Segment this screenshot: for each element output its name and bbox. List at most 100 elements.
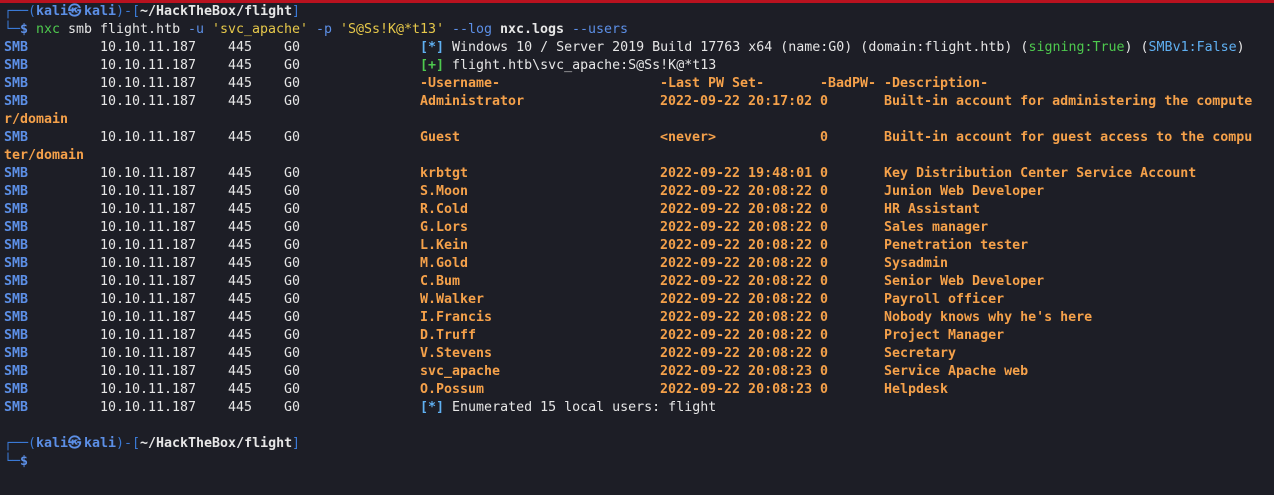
prompt-path: ~/HackTheBox/flight — [140, 4, 293, 19]
user-description-wrap: ter/domain — [4, 148, 85, 163]
user-last-pw: 2022-09-22 20:08:22 — [660, 328, 813, 343]
user-description: Built-in account for administering the c… — [884, 94, 1253, 109]
port: 445 — [228, 292, 253, 307]
user-last-pw: 2022-09-22 20:08:22 — [660, 256, 813, 271]
user-username: O.Possum — [420, 382, 485, 397]
summary-text: [*] Enumerated 15 local users: flight — [420, 400, 717, 415]
user-last-pw: 2022-09-22 20:08:22 — [660, 310, 813, 325]
user-description: Junion Web Developer — [884, 184, 1045, 199]
proto-label: SMB — [4, 238, 29, 253]
ip-address: 10.10.11.187 — [100, 94, 197, 109]
hostname: G0 — [284, 202, 301, 217]
command-flag-p: -p — [316, 22, 333, 37]
prompt-frame-top: ┌──( — [4, 436, 37, 451]
user-last-pw: <never> — [660, 130, 717, 145]
ip-address: 10.10.11.187 — [100, 166, 197, 181]
port: 445 — [228, 346, 253, 361]
proto-label: SMB — [4, 292, 29, 307]
user-description: Key Distribution Center Service Account — [884, 166, 1197, 181]
port: 445 — [228, 256, 253, 271]
ip-address: 10.10.11.187 — [100, 292, 197, 307]
table-row-wrap: ter/domain — [4, 147, 1270, 165]
header-last-pw: -Last PW Set- — [660, 76, 765, 91]
user-description: Secretary — [884, 346, 957, 361]
user-username: Guest — [420, 130, 461, 145]
auth-marker: [+] — [420, 58, 445, 73]
ip-address: 10.10.11.187 — [100, 364, 197, 379]
table-row: SMB 10.10.11.187 445 G0 S.Moon 2022-09-22 20:… — [4, 183, 1270, 201]
user-last-pw: 2022-09-22 20:08:22 — [660, 220, 813, 235]
user-description: Project Manager — [884, 328, 1005, 343]
prompt-host: kali — [84, 436, 117, 451]
user-badpw: 0 — [820, 166, 829, 181]
user-username: svc_apache — [420, 364, 501, 379]
user-badpw: 0 — [820, 94, 829, 109]
ip-address: 10.10.11.187 — [100, 58, 197, 73]
proto-label: SMB — [4, 382, 29, 397]
port: 445 — [228, 202, 253, 217]
prompt-dollar: $ — [20, 454, 29, 469]
table-row: SMB 10.10.11.187 445 G0 Administrator 2022-09… — [4, 93, 1270, 111]
port: 445 — [228, 166, 253, 181]
user-badpw: 0 — [820, 238, 829, 253]
command-pass-arg: 'S@Ss!K@*t13' — [340, 22, 445, 37]
user-description: Sysadmin — [884, 256, 949, 271]
table-row: SMB 10.10.11.187 445 G0 W.Walker 2022-09-22 2… — [4, 291, 1270, 309]
proto-label: SMB — [4, 202, 29, 217]
table-row: SMB 10.10.11.187 445 G0 Guest <never> 0 Built-i… — [4, 129, 1270, 147]
command-line[interactable]: └─ $ nxc smb flight.htb -u 'svc_apache' -p 'S… — [4, 21, 1270, 39]
user-last-pw: 2022-09-22 20:08:22 — [660, 274, 813, 289]
ip-address: 10.10.11.187 — [100, 346, 197, 361]
table-row: SMB 10.10.11.187 445 G0 krbtgt 2022-09-22 19:… — [4, 165, 1270, 183]
ip-address: 10.10.11.187 — [100, 184, 197, 199]
user-description: HR Assistant — [884, 202, 981, 217]
proto-label: SMB — [4, 94, 29, 109]
port: 445 — [228, 310, 253, 325]
hostname: G0 — [284, 382, 301, 397]
ip-address: 10.10.11.187 — [100, 382, 197, 397]
user-description: Payroll officer — [884, 292, 1005, 307]
user-description: Helpdesk — [884, 382, 949, 397]
port: 445 — [228, 328, 253, 343]
input-line[interactable]: └─ $ — [4, 453, 1270, 471]
user-last-pw: 2022-09-22 20:17:02 — [660, 94, 813, 109]
ip-address: 10.10.11.187 — [100, 274, 197, 289]
prompt-user: kali — [36, 4, 69, 19]
prompt-dollar: $ — [20, 22, 29, 37]
proto-label: SMB — [4, 184, 29, 199]
user-last-pw: 2022-09-22 20:08:22 — [660, 346, 813, 361]
proto-label: SMB — [4, 346, 29, 361]
proto-label: SMB — [4, 220, 29, 235]
port: 445 — [228, 274, 253, 289]
proto-label: SMB — [4, 328, 29, 343]
user-description: Senior Web Developer — [884, 274, 1045, 289]
hostname: G0 — [284, 364, 301, 379]
proto-label: SMB — [4, 364, 29, 379]
user-description: Sales manager — [884, 220, 989, 235]
ip-address: 10.10.11.187 — [100, 328, 197, 343]
table-row: SMB 10.10.11.187 445 G0 M.Gold 2022-09-22 20:… — [4, 255, 1270, 273]
terminal-output[interactable]: ┌──(kali ㉿ kali)-[~/HackTheBox/flight] └─ $… — [4, 3, 1270, 495]
summary-line: SMB 10.10.11.187 445 G0 [*] Enumerated 1… — [4, 399, 1270, 417]
user-badpw: 0 — [820, 130, 829, 145]
hostname: G0 — [284, 346, 301, 361]
summary-marker: [*] — [420, 400, 445, 415]
hostname: G0 — [284, 184, 301, 199]
proto-label: SMB — [4, 166, 29, 181]
user-last-pw: 2022-09-22 19:48:01 — [660, 166, 813, 181]
hostname: G0 — [284, 292, 301, 307]
port: 445 — [228, 400, 253, 415]
hostname: G0 — [284, 130, 301, 145]
user-last-pw: 2022-09-22 20:08:22 — [660, 202, 813, 217]
user-username: C.Bum — [420, 274, 461, 289]
port: 445 — [228, 184, 253, 199]
prompt-frame-mid: )-[ — [116, 436, 141, 451]
user-badpw: 0 — [820, 274, 829, 289]
table-row: SMB 10.10.11.187 445 G0 svc_apache 2022-09-22… — [4, 363, 1270, 381]
table-row: SMB 10.10.11.187 445 G0 D.Truff 2022-09-22 20… — [4, 327, 1270, 345]
table-row: SMB 10.10.11.187 445 G0 C.Bum 2022-09-22 20:0… — [4, 273, 1270, 291]
user-last-pw: 2022-09-22 20:08:22 — [660, 184, 813, 199]
port: 445 — [228, 94, 253, 109]
user-badpw: 0 — [820, 184, 829, 199]
user-last-pw: 2022-09-22 20:08:22 — [660, 292, 813, 307]
